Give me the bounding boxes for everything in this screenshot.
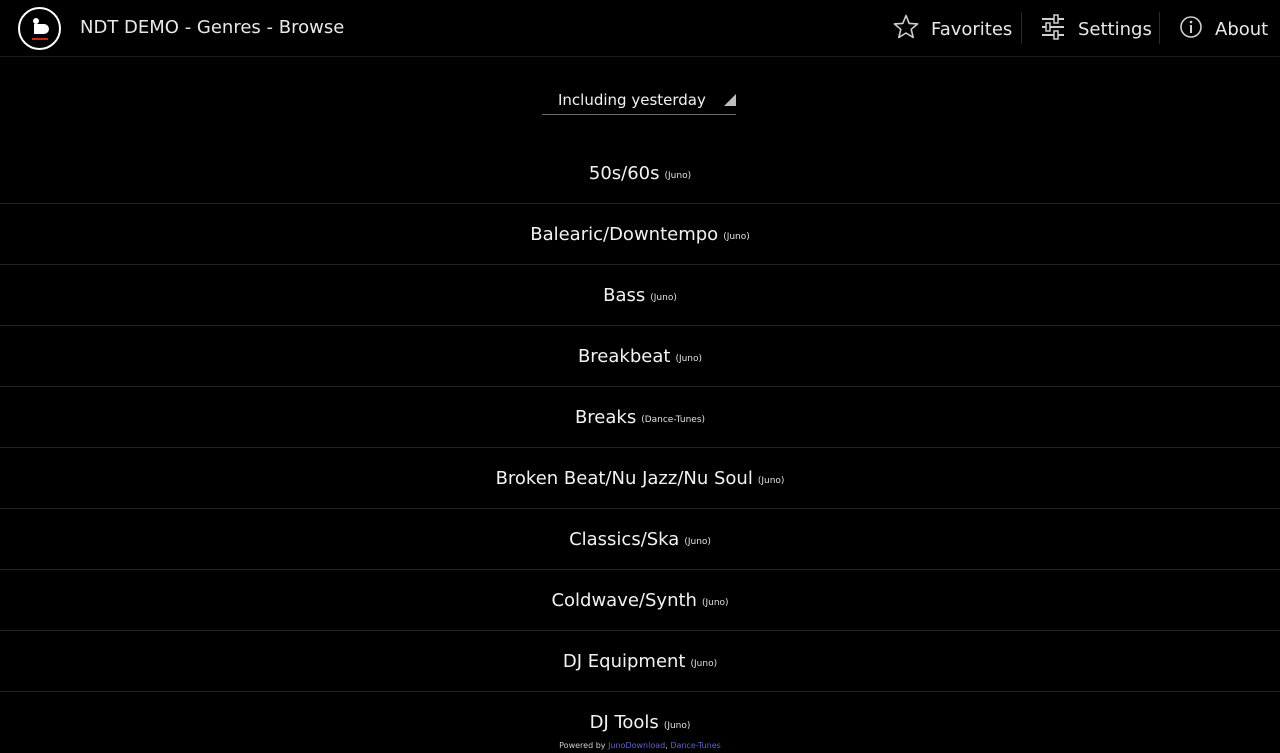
genre-list-item[interactable]: 50s/60s (Juno) — [0, 143, 1280, 204]
genre-list-item[interactable]: Broken Beat/Nu Jazz/Nu Soul (Juno) — [0, 448, 1280, 509]
genre-source: (Juno) — [757, 476, 785, 486]
genre-source: (Juno) — [723, 232, 750, 242]
genre-name: Classics/Ska — [569, 528, 680, 550]
genre-name: Broken Beat/Nu Jazz/Nu Soul — [495, 467, 753, 489]
footer-prefix: Powered by — [559, 741, 606, 750]
sliders-icon — [1040, 13, 1066, 45]
settings-label: Settings — [1078, 18, 1152, 40]
dropdown-arrow-icon — [724, 94, 736, 106]
about-label: About — [1215, 18, 1269, 40]
date-filter-value: Including yesterday — [558, 91, 706, 109]
genre-name: Breaks — [574, 406, 637, 428]
genre-name: Coldwave/Synth — [551, 589, 697, 611]
app-title: NDT DEMO - Genres - Browse — [80, 17, 345, 38]
info-icon — [1179, 15, 1203, 44]
genre-list-item[interactable]: Breaks (Dance-Tunes) — [0, 387, 1280, 448]
genre-source: (Juno) — [663, 720, 691, 731]
favorites-label: Favorites — [931, 18, 1013, 40]
favorites-action[interactable]: Favorites — [893, 12, 1012, 46]
action-bar: NDT DEMO - Genres - Browse Favorites Set… — [0, 0, 1280, 57]
about-action[interactable]: About — [1179, 12, 1268, 46]
genre-name: DJ Equipment — [562, 650, 686, 672]
action-divider — [1021, 12, 1022, 44]
genre-source: (Juno) — [690, 659, 718, 669]
genre-name: DJ Tools — [589, 712, 659, 733]
footer-separator: , — [665, 741, 668, 750]
dance-tunes-link[interactable]: Dance-Tunes — [670, 741, 721, 750]
genre-name: Breakbeat — [577, 345, 671, 367]
footer-credits: Powered by JunoDownload, Dance-Tunes — [0, 741, 1280, 750]
genre-source: (Juno) — [684, 537, 711, 547]
genre-name: Bass — [603, 284, 646, 306]
genre-list-item[interactable]: Bass (Juno) — [0, 265, 1280, 326]
genre-list-item[interactable]: Balearic/Downtempo (Juno) — [0, 204, 1280, 265]
genre-source: (Juno) — [675, 354, 703, 364]
genre-list-item[interactable]: Coldwave/Synth (Juno) — [0, 570, 1280, 631]
star-icon — [893, 14, 919, 45]
settings-action[interactable]: Settings — [1040, 12, 1152, 46]
genre-list-item[interactable]: DJ Equipment (Juno) — [0, 631, 1280, 692]
genre-source: (Juno) — [650, 293, 677, 303]
genre-source: (Juno) — [701, 598, 729, 608]
genre-source: (Juno) — [664, 171, 692, 181]
genre-name: Balearic/Downtempo — [530, 223, 719, 245]
genre-list: 50s/60s (Juno) Balearic/Downtempo (Juno)… — [0, 143, 1280, 753]
action-divider — [1159, 12, 1160, 44]
genre-source: (Dance-Tunes) — [641, 415, 706, 425]
genre-list-item[interactable]: Classics/Ska (Juno) — [0, 509, 1280, 570]
date-filter-dropdown[interactable]: Including yesterday — [542, 86, 736, 115]
junodownload-link[interactable]: JunoDownload — [608, 741, 665, 750]
genre-name: 50s/60s — [588, 162, 660, 184]
genre-list-item[interactable]: Breakbeat (Juno) — [0, 326, 1280, 387]
app-logo-icon[interactable] — [18, 7, 61, 50]
